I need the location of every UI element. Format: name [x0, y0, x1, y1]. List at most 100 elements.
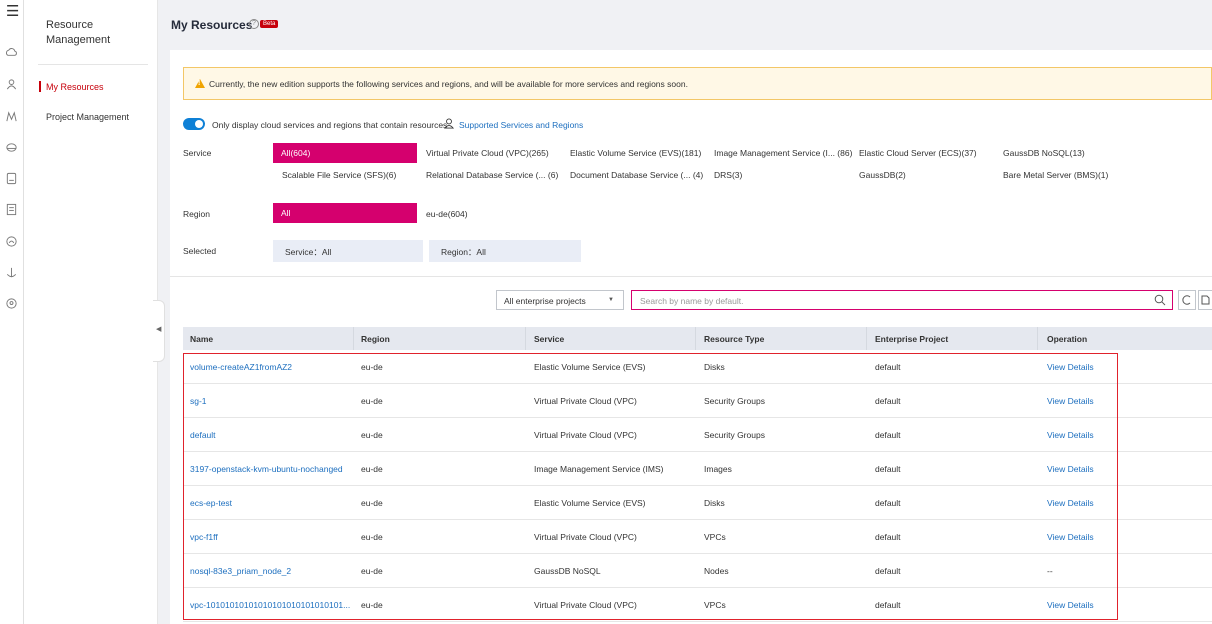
sidebar-title: Resource Management	[46, 19, 111, 46]
cell-service: Virtual Private Cloud (VPC)	[534, 532, 637, 542]
export-button[interactable]	[1198, 290, 1212, 310]
refresh-icon	[1182, 295, 1191, 305]
cell-resource-type: VPCs	[704, 600, 726, 610]
service-option[interactable]: Document Database Service (... (4)	[570, 170, 703, 180]
table-row: sg-1 eu-de Virtual Private Cloud (VPC) S…	[183, 384, 1212, 418]
search-icon[interactable]	[1154, 294, 1166, 306]
service-option[interactable]: Image Management Service (I... (86)	[714, 148, 852, 158]
resource-name-link[interactable]: sg-1	[190, 396, 207, 406]
cell-service: Virtual Private Cloud (VPC)	[534, 396, 637, 406]
resource-name-link[interactable]: ecs-ep-test	[190, 498, 232, 508]
view-details-link[interactable]: View Details	[1047, 498, 1094, 508]
table-row: volume-createAZ1fromAZ2 eu-de Elastic Vo…	[183, 350, 1212, 384]
cell-region: eu-de	[361, 396, 383, 406]
sidebar-collapse-button[interactable]: ◀	[153, 300, 165, 362]
database-icon[interactable]	[5, 141, 18, 154]
column-header-region[interactable]: Region	[361, 334, 390, 344]
cell-service: Virtual Private Cloud (VPC)	[534, 430, 637, 440]
region-filter-label: Region	[183, 209, 210, 219]
resource-name-link[interactable]: volume-createAZ1fromAZ2	[190, 362, 292, 372]
resource-name-link[interactable]: 3197-openstack-kvm-ubuntu-nochanged	[190, 464, 343, 474]
cell-region: eu-de	[361, 566, 383, 576]
cell-resource-type: Disks	[704, 498, 725, 508]
region-option-all[interactable]: All	[273, 203, 417, 223]
service-option[interactable]: Bare Metal Server (BMS)(1)	[1003, 170, 1108, 180]
resource-name-link[interactable]: vpc-f1ff	[190, 532, 218, 542]
resource-filter-toggle[interactable]	[183, 118, 205, 130]
column-header-enterprise-project[interactable]: Enterprise Project	[875, 334, 948, 344]
network-icon[interactable]	[5, 110, 18, 123]
content-panel: ! Currently, the new edition supports th…	[170, 50, 1212, 624]
service-option[interactable]: GaussDB NoSQL(13)	[1003, 148, 1085, 158]
region-option[interactable]: eu-de(604)	[426, 209, 468, 219]
cell-resource-type: Security Groups	[704, 396, 765, 406]
service-option[interactable]: Virtual Private Cloud (VPC)(265)	[426, 148, 549, 158]
view-details-link[interactable]: View Details	[1047, 464, 1094, 474]
enterprise-project-select[interactable]: All enterprise projects ▼	[496, 290, 624, 310]
cell-region: eu-de	[361, 600, 383, 610]
notice-text: Currently, the new edition supports the …	[209, 79, 688, 89]
cloud-outline-icon[interactable]	[5, 235, 18, 248]
cell-region: eu-de	[361, 498, 383, 508]
refresh-button[interactable]	[1178, 290, 1196, 310]
service-option[interactable]: Elastic Cloud Server (ECS)(37)	[859, 148, 977, 158]
export-icon	[1201, 295, 1210, 305]
resource-name-link[interactable]: nosql-83e3_priam_node_2	[190, 566, 291, 576]
search-input[interactable]: Search by name by default.	[631, 290, 1173, 310]
service-option-all[interactable]: All(604)	[273, 143, 417, 163]
document-icon[interactable]	[5, 203, 18, 216]
sidebar-item-my-resources[interactable]: My Resources	[46, 82, 104, 92]
cell-enterprise-project: default	[875, 532, 901, 542]
supported-services-link[interactable]: Supported Services and Regions	[459, 120, 583, 130]
toggle-label: Only display cloud services and regions …	[212, 120, 448, 130]
cell-service: Image Management Service (IMS)	[534, 464, 664, 474]
resource-name-link[interactable]: vpc-10101010101010101010101010101...	[190, 600, 350, 610]
selected-service-tag[interactable]: Service：All	[273, 240, 423, 262]
table-row: vpc-10101010101010101010101010101... eu-…	[183, 588, 1212, 622]
section-divider	[170, 276, 1212, 277]
icon-rail: ☰	[0, 0, 24, 624]
service-option[interactable]: Scalable File Service (SFS)(6)	[282, 170, 396, 180]
view-details-link[interactable]: View Details	[1047, 430, 1094, 440]
view-details-link[interactable]: View Details	[1047, 532, 1094, 542]
cell-region: eu-de	[361, 362, 383, 372]
view-details-link[interactable]: View Details	[1047, 600, 1094, 610]
service-option[interactable]: GaussDB(2)	[859, 170, 906, 180]
cell-operation-none: --	[1047, 566, 1053, 576]
enterprise-project-value: All enterprise projects	[504, 296, 586, 306]
menu-icon[interactable]: ☰	[6, 2, 19, 20]
active-indicator	[39, 81, 41, 92]
pin-icon[interactable]	[5, 297, 18, 310]
table-row: nosql-83e3_priam_node_2 eu-de GaussDB No…	[183, 554, 1212, 588]
main-area: My Resources ? Beta ! Currently, the new…	[158, 0, 1212, 624]
column-header-resource-type[interactable]: Resource Type	[704, 334, 764, 344]
selected-region-tag[interactable]: Region：All	[429, 240, 581, 262]
column-header-name[interactable]: Name	[190, 334, 213, 344]
column-header-operation[interactable]: Operation	[1047, 334, 1087, 344]
cell-service: Virtual Private Cloud (VPC)	[534, 600, 637, 610]
table-row: 3197-openstack-kvm-ubuntu-nochanged eu-d…	[183, 452, 1212, 486]
cell-resource-type: Images	[704, 464, 732, 474]
cell-service: GaussDB NoSQL	[534, 566, 601, 576]
cell-enterprise-project: default	[875, 464, 901, 474]
anchor-icon[interactable]	[5, 266, 18, 279]
cell-region: eu-de	[361, 430, 383, 440]
beta-badge: Beta	[260, 20, 279, 28]
sidebar-item-project-management[interactable]: Project Management	[46, 112, 129, 122]
service-option[interactable]: DRS(3)	[714, 170, 742, 180]
collapse-arrow-icon: ◀	[156, 326, 162, 333]
help-icon[interactable]: ?	[249, 19, 259, 29]
resource-name-link[interactable]: default	[190, 430, 216, 440]
cloud-icon[interactable]	[5, 46, 18, 59]
notice-banner: ! Currently, the new edition supports th…	[183, 67, 1212, 100]
cell-enterprise-project: default	[875, 600, 901, 610]
view-details-link[interactable]: View Details	[1047, 396, 1094, 406]
service-filter-label: Service	[183, 148, 212, 158]
cell-region: eu-de	[361, 464, 383, 474]
service-option[interactable]: Elastic Volume Service (EVS)(181)	[570, 148, 701, 158]
storage-icon[interactable]	[5, 172, 18, 185]
view-details-link[interactable]: View Details	[1047, 362, 1094, 372]
column-header-service[interactable]: Service	[534, 334, 564, 344]
service-option[interactable]: Relational Database Service (... (6)	[426, 170, 558, 180]
user-group-icon[interactable]	[5, 78, 18, 91]
